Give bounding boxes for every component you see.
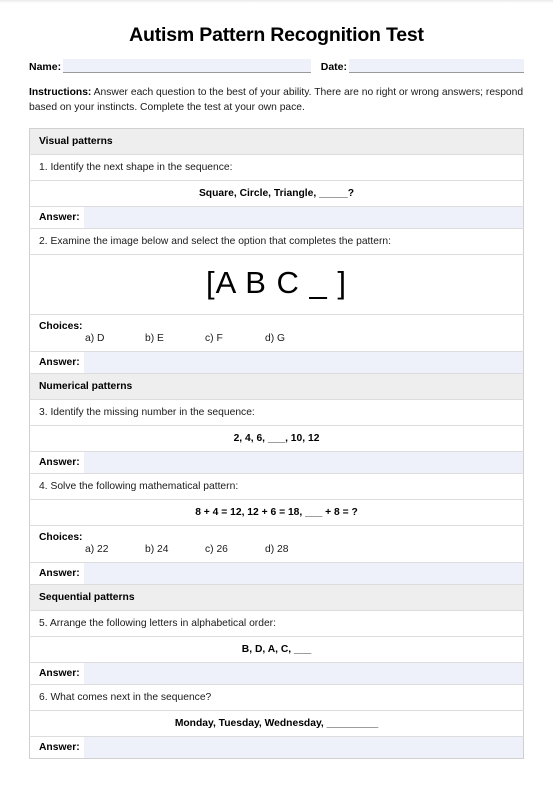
choice-option-b[interactable]: b) E — [145, 333, 205, 344]
date-label: Date: — [320, 61, 347, 73]
section-header-row: Sequential patterns — [29, 584, 524, 611]
answer-cell-1: Answer: — [29, 206, 524, 230]
question-prompt-5: 5. Arrange the following letters in alph… — [29, 610, 524, 637]
choices-label-4: Choices: — [39, 531, 83, 543]
answer-input-1[interactable] — [83, 207, 523, 229]
question-prompt-3: 3. Identify the missing number in the se… — [29, 399, 524, 426]
answer-cell-4: Answer: — [29, 562, 524, 585]
answer-label: Answer: — [30, 351, 84, 373]
identity-row: Name: Date: — [29, 59, 524, 73]
questions-table: Visual patterns 1. Identify the next sha… — [29, 128, 524, 759]
choices-row: a) 22 b) 24 c) 26 d) 28 — [29, 543, 524, 563]
name-input[interactable] — [63, 59, 311, 73]
worksheet-sheet: Autism Pattern Recognition Test Name: Da… — [0, 0, 553, 759]
pattern-row: B, D, A, C, ___ — [29, 636, 524, 663]
answer-input-4[interactable] — [83, 562, 523, 584]
choice-option-a[interactable]: a) 22 — [85, 544, 145, 555]
choices-list-2: a) D b) E c) F d) G — [39, 333, 514, 344]
answer-wrap: Answer: — [30, 662, 523, 684]
answer-row: Answer: — [29, 206, 524, 230]
answer-cell-2: Answer: — [29, 351, 524, 374]
answer-input-3[interactable] — [83, 451, 523, 473]
choices-label-row: Choices: — [30, 314, 524, 333]
choices-cell-2: a) D b) E c) F d) G — [29, 332, 524, 352]
question-pattern-3: 2, 4, 6, ___, 10, 12 — [29, 425, 524, 452]
choices-list-4: a) 22 b) 24 c) 26 d) 28 — [39, 544, 514, 555]
section-heading-numerical: Numerical patterns — [29, 373, 524, 400]
answer-label: Answer: — [30, 207, 84, 229]
answer-row: Answer: — [30, 736, 524, 758]
answer-wrap: Answer: — [30, 736, 523, 758]
choices-row: a) D b) E c) F d) G — [29, 332, 524, 352]
pattern-image-cell-2: [A B C _ ] — [29, 254, 524, 315]
question-prompt-6: 6. What comes next in the sequence? — [29, 684, 524, 711]
choices-label-row: Choices: — [30, 525, 524, 544]
page-top-edge — [0, 0, 553, 3]
choice-option-d[interactable]: d) G — [265, 333, 325, 344]
instructions-label: Instructions: — [29, 87, 92, 98]
question-row: 5. Arrange the following letters in alph… — [29, 610, 524, 637]
question-prompt-1: 1. Identify the next shape in the sequen… — [29, 154, 524, 182]
question-pattern-4: 8 + 4 = 12, 12 + 6 = 18, ___ + 8 = ? — [29, 499, 524, 526]
choice-option-a[interactable]: a) D — [85, 333, 145, 344]
answer-row: Answer: — [29, 451, 524, 474]
answer-cell-3: Answer: — [29, 451, 524, 474]
pattern-row: 2, 4, 6, ___, 10, 12 — [29, 425, 524, 452]
answer-input-6[interactable] — [83, 736, 523, 758]
pattern-row: Square, Circle, Triangle, _____? — [29, 180, 524, 208]
answer-row: Answer: — [29, 662, 524, 685]
answer-label: Answer: — [30, 562, 84, 584]
question-pattern-1: Square, Circle, Triangle, _____? — [29, 180, 524, 208]
pattern-row: Monday, Tuesday, Wednesday, _________ — [29, 710, 524, 737]
section-heading-sequential: Sequential patterns — [29, 584, 524, 611]
pattern-image-2: [A B C _ ] — [206, 265, 347, 301]
choices-cell-4: a) 22 b) 24 c) 26 d) 28 — [29, 543, 524, 563]
page-title: Autism Pattern Recognition Test — [129, 24, 424, 46]
answer-cell-5: Answer: — [29, 662, 524, 685]
choices-label-2: Choices: — [39, 320, 83, 332]
answer-wrap: Answer: — [30, 562, 523, 584]
instructions-block: Instructions: Answer each question to th… — [29, 86, 524, 115]
answer-row: Answer: — [29, 562, 524, 585]
answer-wrap: Answer: — [30, 451, 523, 473]
section-heading-visual: Visual patterns — [29, 128, 524, 156]
pattern-row: 8 + 4 = 12, 12 + 6 = 18, ___ + 8 = ? — [29, 499, 524, 526]
question-pattern-6: Monday, Tuesday, Wednesday, _________ — [29, 710, 524, 737]
choice-option-b[interactable]: b) 24 — [145, 544, 205, 555]
choice-option-d[interactable]: d) 28 — [265, 544, 325, 555]
name-label: Name: — [29, 61, 62, 73]
answer-label: Answer: — [30, 736, 84, 758]
question-row: 6. What comes next in the sequence? — [29, 684, 524, 711]
question-pattern-5: B, D, A, C, ___ — [29, 636, 524, 663]
question-prompt-2: 2. Examine the image below and select th… — [29, 228, 524, 256]
answer-label: Answer: — [30, 662, 84, 684]
section-header-row: Numerical patterns — [29, 373, 524, 400]
question-prompt-4: 4. Solve the following mathematical patt… — [29, 473, 524, 500]
section-header-row: Visual patterns — [29, 128, 524, 156]
question-row: 1. Identify the next shape in the sequen… — [29, 154, 524, 182]
choice-option-c[interactable]: c) 26 — [205, 544, 265, 555]
answer-wrap: Answer: — [30, 207, 523, 229]
choice-option-c[interactable]: c) F — [205, 333, 265, 344]
questions-table-body: Visual patterns 1. Identify the next sha… — [29, 128, 524, 759]
question-row: 4. Solve the following mathematical patt… — [29, 473, 524, 500]
question-row: 3. Identify the missing number in the se… — [29, 399, 524, 426]
answer-input-2[interactable] — [83, 351, 523, 373]
date-input[interactable] — [349, 59, 524, 73]
answer-input-5[interactable] — [83, 662, 523, 684]
answer-row: Answer: — [29, 351, 524, 374]
question-row: 2. Examine the image below and select th… — [29, 228, 524, 256]
answer-wrap: Answer: — [30, 351, 523, 373]
pattern-image-row: [A B C _ ] — [29, 254, 524, 315]
answer-cell-6: Answer: — [30, 736, 524, 758]
instructions-text: Answer each question to the best of your… — [29, 87, 524, 113]
answer-label: Answer: — [30, 451, 84, 473]
